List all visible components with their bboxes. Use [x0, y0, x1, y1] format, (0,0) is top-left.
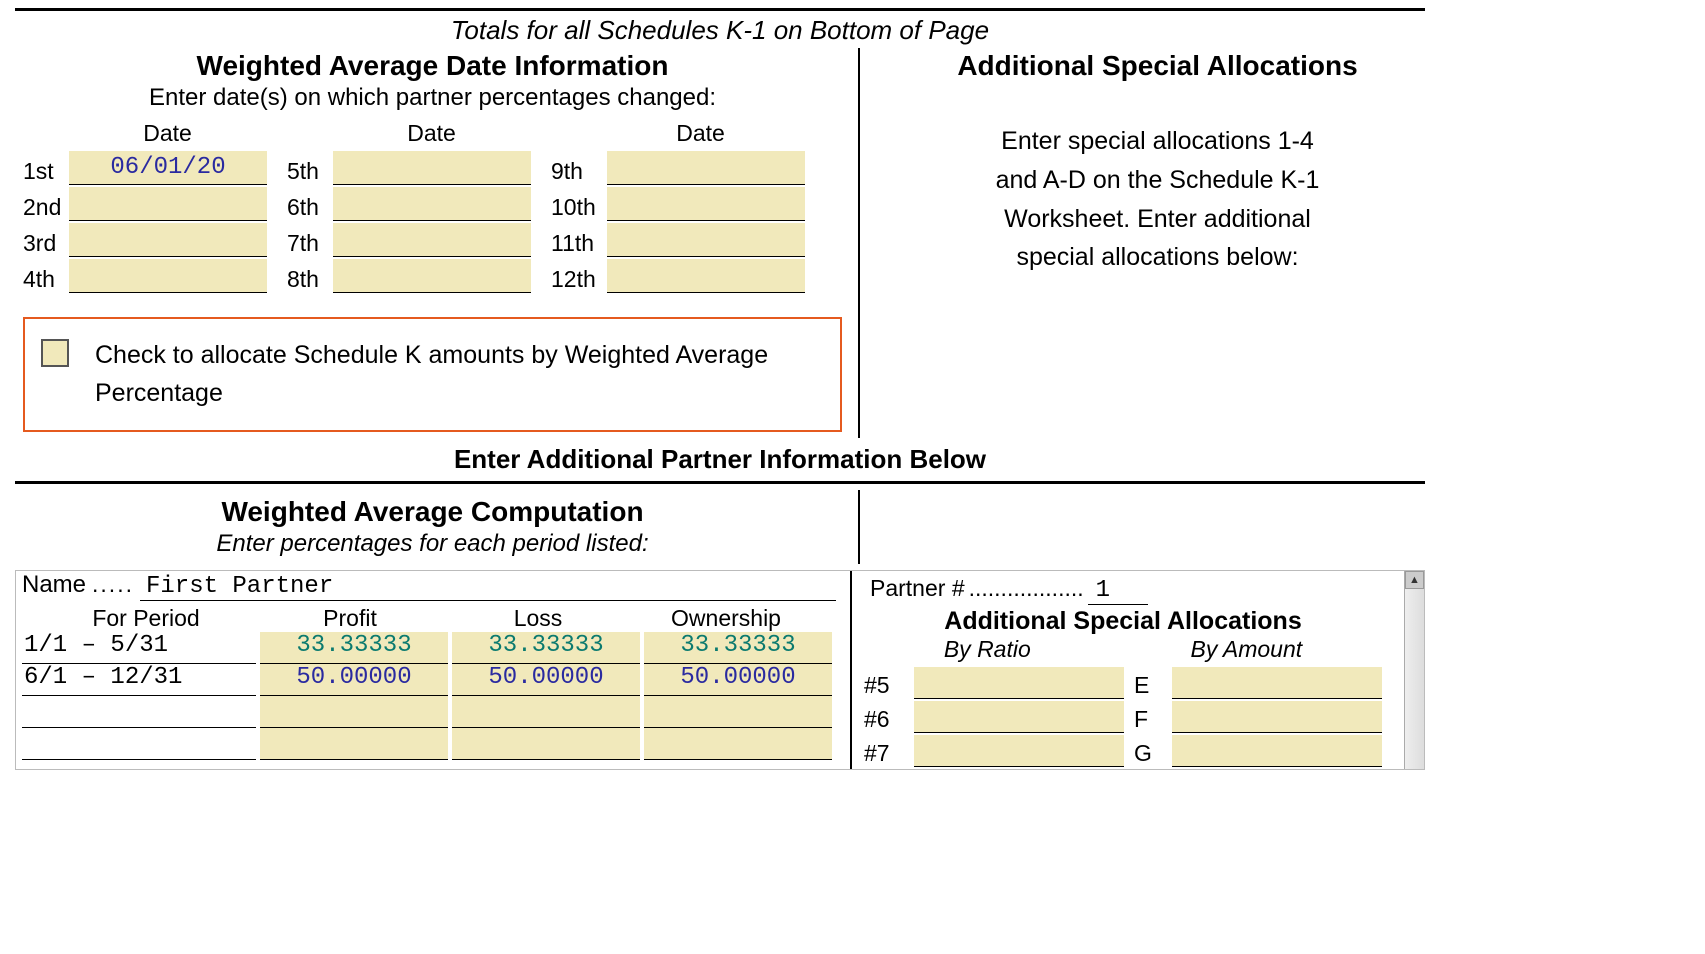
dots: .................. — [965, 575, 1088, 602]
additional-alloc-heading: Additional Special Allocations — [890, 50, 1425, 82]
additional-alloc-text: Enter special allocations 1-4 and A-D on… — [890, 122, 1425, 277]
enter-additional-heading: Enter Additional Partner Information Bel… — [15, 444, 1425, 475]
period-cell[interactable]: 1/1 – 5/31 — [22, 632, 256, 664]
alloc-line-3: Worksheet. Enter additional — [890, 200, 1425, 239]
date-label-2nd: 2nd — [23, 194, 69, 221]
alloc-line-1: Enter special allocations 1-4 — [890, 122, 1425, 161]
weighted-avg-comp-heading: Weighted Average Computation — [15, 496, 850, 528]
loss-cell[interactable]: 50.00000 — [452, 664, 640, 696]
col-head-period: For Period — [36, 605, 256, 632]
alloc-label-E: E — [1134, 672, 1162, 699]
period-cell[interactable] — [22, 696, 256, 728]
date-input-6[interactable] — [333, 187, 531, 221]
date-input-4[interactable] — [69, 259, 267, 293]
alloc-ratio-6[interactable] — [914, 701, 1124, 733]
mid-rule — [15, 481, 1425, 484]
date-col-header: Date — [551, 120, 805, 147]
alloc-line-4: special allocations below: — [890, 238, 1425, 277]
date-label-5th: 5th — [287, 158, 333, 185]
alloc-amount-E[interactable] — [1172, 667, 1382, 699]
alloc-label-5: #5 — [864, 672, 904, 699]
alloc-amount-F[interactable] — [1172, 701, 1382, 733]
date-label-10th: 10th — [551, 194, 607, 221]
date-label-6th: 6th — [287, 194, 333, 221]
date-input-8[interactable] — [333, 259, 531, 293]
date-input-7[interactable] — [333, 223, 531, 257]
date-col-header: Date — [23, 120, 267, 147]
allocate-highlight-box: Check to allocate Schedule K amounts by … — [23, 317, 842, 432]
comp-row — [16, 696, 842, 728]
partner-info-scroll: ▲ Name ..... First Partner For Period Pr… — [15, 570, 1425, 770]
col-head-loss: Loss — [444, 605, 632, 632]
date-label-7th: 7th — [287, 230, 333, 257]
alloc-label-F: F — [1134, 706, 1162, 733]
date-instruction: Enter date(s) on which partner percentag… — [15, 84, 850, 112]
alloc-line-2: and A-D on the Schedule K-1 — [890, 161, 1425, 200]
profit-cell[interactable] — [260, 728, 448, 760]
date-input-5[interactable] — [333, 151, 531, 185]
col-head-profit: Profit — [256, 605, 444, 632]
alloc-row: #6 F — [864, 701, 1382, 733]
loss-cell[interactable] — [452, 728, 640, 760]
profit-cell[interactable] — [260, 696, 448, 728]
alloc-row: #7 G — [864, 735, 1382, 767]
col-head-ownership: Ownership — [632, 605, 820, 632]
allocate-checkbox[interactable] — [41, 339, 69, 367]
comp-row — [16, 728, 842, 760]
partner-num-value[interactable]: 1 — [1088, 577, 1148, 605]
date-label-8th: 8th — [287, 266, 333, 293]
date-input-1[interactable] — [69, 151, 267, 185]
date-label-11th: 11th — [551, 230, 607, 257]
allocate-checkbox-label: Check to allocate Schedule K amounts by … — [95, 337, 822, 412]
period-cell[interactable]: 6/1 – 12/31 — [22, 664, 256, 696]
alloc-sub-ratio: By Ratio — [944, 636, 1031, 663]
alloc-sub-amount: By Amount — [1190, 636, 1302, 663]
date-grid: Date 1st 2nd 3rd 4th Date 5th 6th 7th 8t… — [15, 120, 850, 295]
dots: ..... — [86, 571, 140, 598]
date-input-12[interactable] — [607, 259, 805, 293]
loss-cell[interactable] — [452, 696, 640, 728]
profit-cell[interactable]: 33.33333 — [260, 632, 448, 664]
ownership-cell[interactable]: 50.00000 — [644, 664, 832, 696]
date-input-10[interactable] — [607, 187, 805, 221]
date-label-9th: 9th — [551, 158, 607, 185]
ownership-cell[interactable] — [644, 696, 832, 728]
date-input-2[interactable] — [69, 187, 267, 221]
profit-cell[interactable]: 50.00000 — [260, 664, 448, 696]
comp-row: 6/1 – 12/31 50.00000 50.00000 50.00000 — [16, 664, 842, 696]
ownership-cell[interactable] — [644, 728, 832, 760]
date-label-3rd: 3rd — [23, 230, 69, 257]
alloc-label-G: G — [1134, 740, 1162, 767]
alloc-amount-G[interactable] — [1172, 735, 1382, 767]
name-label: Name — [22, 571, 86, 599]
weighted-avg-date-heading: Weighted Average Date Information — [15, 50, 850, 82]
date-col-header: Date — [287, 120, 531, 147]
comp-row: 1/1 – 5/31 33.33333 33.33333 33.33333 — [16, 632, 842, 664]
alloc-label-7: #7 — [864, 740, 904, 767]
loss-cell[interactable]: 33.33333 — [452, 632, 640, 664]
alloc-label-6: #6 — [864, 706, 904, 733]
scroll-up-icon[interactable]: ▲ — [1405, 571, 1424, 589]
period-cell[interactable] — [22, 728, 256, 760]
totals-subtitle: Totals for all Schedules K-1 on Bottom o… — [15, 15, 1425, 46]
partner-num-label: Partner # — [870, 575, 965, 602]
alloc-heading: Additional Special Allocations — [864, 607, 1382, 636]
date-label-1st: 1st — [23, 158, 69, 185]
ownership-cell[interactable]: 33.33333 — [644, 632, 832, 664]
top-rule — [15, 8, 1425, 11]
partner-name-value[interactable]: First Partner — [140, 573, 836, 601]
date-label-4th: 4th — [23, 266, 69, 293]
alloc-ratio-7[interactable] — [914, 735, 1124, 767]
date-input-3[interactable] — [69, 223, 267, 257]
date-label-12th: 12th — [551, 266, 607, 293]
date-input-11[interactable] — [607, 223, 805, 257]
scrollbar[interactable]: ▲ — [1404, 571, 1424, 769]
date-input-9[interactable] — [607, 151, 805, 185]
comp-sub: Enter percentages for each period listed… — [15, 530, 850, 558]
alloc-row: #5 E — [864, 667, 1382, 699]
alloc-ratio-5[interactable] — [914, 667, 1124, 699]
